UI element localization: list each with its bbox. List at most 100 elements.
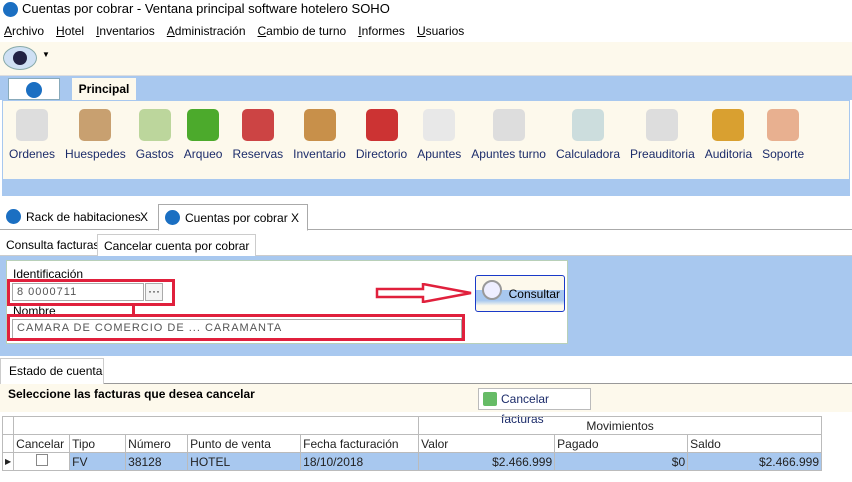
gastos-icon: [138, 109, 171, 141]
menu-hotel[interactable]: Hotel: [56, 20, 84, 42]
consultar-button[interactable]: Consultar: [475, 275, 565, 312]
highlight-box: [7, 279, 175, 306]
col-fecha[interactable]: Fecha facturación: [300, 434, 420, 453]
col-saldo[interactable]: Saldo: [687, 434, 822, 453]
window-title: Cuentas por cobrar - Ventana principal s…: [22, 1, 390, 16]
ribbon-button-label: Calculadora: [555, 147, 621, 161]
ribbon-button-auditoria[interactable]: Auditoria: [705, 101, 752, 179]
huespedes-icon: [79, 109, 112, 141]
directorio-icon: [365, 109, 398, 141]
ribbon-button-label: Directorio: [355, 147, 408, 161]
menu-usuarios[interactable]: Usuarios: [417, 20, 464, 42]
tab-cancelar-cuenta[interactable]: Cancelar cuenta por cobrar: [97, 234, 257, 257]
row-header: [1, 434, 15, 453]
tab-cuentas-por-cobrar[interactable]: Cuentas por cobrar X: [158, 204, 308, 231]
highlight-box: [7, 314, 465, 341]
reservas-icon: [241, 109, 274, 141]
ribbon-button-arqueo[interactable]: Arqueo: [184, 101, 222, 179]
selection-bar: Seleccione las facturas que desea cancel…: [0, 384, 852, 412]
group-header-row: Movimientos: [1, 416, 822, 435]
ribbon-button-huespedes[interactable]: Huespedes: [65, 101, 126, 179]
cell-punto: HOTEL: [187, 452, 302, 471]
dropdown-arrow-icon[interactable]: ▼: [42, 50, 50, 59]
ribbon-button-label: Reservas: [232, 147, 284, 161]
inventario-icon: [303, 109, 336, 141]
app-logo-icon: [165, 210, 180, 225]
ribbon-button-soporte[interactable]: Soporte: [762, 101, 804, 179]
group-empty: [13, 416, 420, 435]
tab-consulta-facturas[interactable]: Consulta facturas: [0, 234, 105, 257]
cell-saldo: $2.466.999: [687, 452, 822, 471]
ribbon-button-preauditoria[interactable]: Preauditoria: [630, 101, 695, 179]
ribbon: Ordenes Huespedes Gastos Arqueo Reservas Inve…: [2, 100, 850, 196]
col-valor[interactable]: Valor: [418, 434, 556, 453]
quick-access-toolbar: ▼: [0, 42, 852, 76]
tab-label: Rack de habitaciones: [26, 210, 141, 224]
menu-archivo[interactable]: Archivo: [4, 20, 44, 42]
cancelar-checkbox[interactable]: [13, 452, 71, 471]
connector-line: [132, 305, 135, 315]
ribbon-button-label: Gastos: [135, 147, 174, 161]
ribbon-button-label: Soporte: [762, 147, 805, 161]
apuntes-turno-icon: [492, 109, 525, 141]
arrow-annotation: [375, 283, 472, 303]
ribbon-button-reservas[interactable]: Reservas: [232, 101, 283, 179]
cell-tipo: FV: [69, 452, 127, 471]
cancelar-facturas-button[interactable]: Cancelar facturas: [478, 388, 591, 426]
ribbon-button-apuntes-turno[interactable]: Apuntes turno: [471, 101, 546, 179]
ribbon-button-label: Apuntes turno: [471, 147, 546, 161]
preauditoria-icon: [646, 109, 679, 141]
auditoria-icon: [712, 109, 745, 141]
ribbon-button-apuntes[interactable]: Apuntes: [417, 101, 461, 179]
menu-informes[interactable]: Informes: [358, 20, 405, 42]
ribbon-button-label: Preauditoria: [630, 147, 695, 161]
app-logo-icon: [6, 209, 21, 224]
tab-rack-habitaciones[interactable]: Rack de habitaciones X: [0, 204, 156, 231]
ribbon-button-label: Huespedes: [65, 147, 126, 161]
document-tabs: Rack de habitaciones X Cuentas por cobrar…: [0, 202, 852, 231]
facturas-grid: Movimientos Cancelar Tipo Número Punto d…: [1, 416, 822, 471]
menu-inventarios[interactable]: Inventarios: [96, 20, 155, 42]
eye-icon[interactable]: [3, 46, 37, 70]
col-pagado[interactable]: Pagado: [554, 434, 689, 453]
menu-administracion[interactable]: Administración: [167, 20, 246, 42]
ribbon-button-label: Apuntes: [417, 147, 462, 161]
money-cancel-icon: [483, 392, 497, 406]
col-cancelar[interactable]: Cancelar: [13, 434, 71, 453]
close-icon[interactable]: X: [140, 204, 148, 230]
ribbon-tabs: Principal: [0, 76, 852, 100]
ribbon-button-inventario[interactable]: Inventario: [293, 101, 346, 179]
select-prompt: Seleccione las facturas que desea cancel…: [8, 387, 255, 401]
ribbon-button-label: Ordenes: [9, 147, 56, 161]
ribbon-button-directorio[interactable]: Directorio: [356, 101, 407, 179]
row-header: [1, 416, 15, 435]
ribbon-button-gastos[interactable]: Gastos: [136, 101, 174, 179]
close-icon[interactable]: X: [291, 205, 299, 231]
col-tipo[interactable]: Tipo: [69, 434, 127, 453]
menu-bar: Archivo Hotel Inventarios Administración…: [0, 20, 852, 42]
app-logo-icon: [26, 82, 42, 98]
apuntes-icon: [423, 109, 456, 141]
ribbon-button-ordenes[interactable]: Ordenes: [9, 101, 55, 179]
menu-cambio-turno[interactable]: Cambio de turno: [258, 20, 347, 42]
ribbon-button-label: Inventario: [293, 147, 346, 161]
column-header-row: Cancelar Tipo Número Punto de venta Fech…: [1, 434, 822, 453]
ribbon-button-label: Auditoria: [704, 147, 753, 161]
group-movimientos: Movimientos: [418, 416, 822, 435]
col-punto-venta[interactable]: Punto de venta: [187, 434, 302, 453]
cell-numero: 38128: [125, 452, 189, 471]
row-indicator-icon: ▶: [1, 452, 15, 471]
title-bar: Cuentas por cobrar - Ventana principal s…: [0, 0, 852, 20]
app-logo-icon: [3, 2, 18, 17]
magnifier-icon: [482, 280, 502, 300]
cell-pagado: $0: [554, 452, 689, 471]
tab-label: Cuentas por cobrar: [185, 211, 288, 225]
tab-principal[interactable]: Principal: [72, 78, 136, 100]
arqueo-icon: [187, 109, 220, 141]
consultar-label: Consultar: [508, 287, 560, 301]
app-menu-button[interactable]: [8, 78, 60, 100]
ribbon-button-calculadora[interactable]: Calculadora: [556, 101, 620, 179]
col-numero[interactable]: Número: [125, 434, 189, 453]
table-row[interactable]: ▶ FV 38128 HOTEL 18/10/2018 $2.466.999 $…: [1, 452, 822, 471]
tab-estado-cuenta[interactable]: Estado de cuenta: [0, 358, 104, 384]
